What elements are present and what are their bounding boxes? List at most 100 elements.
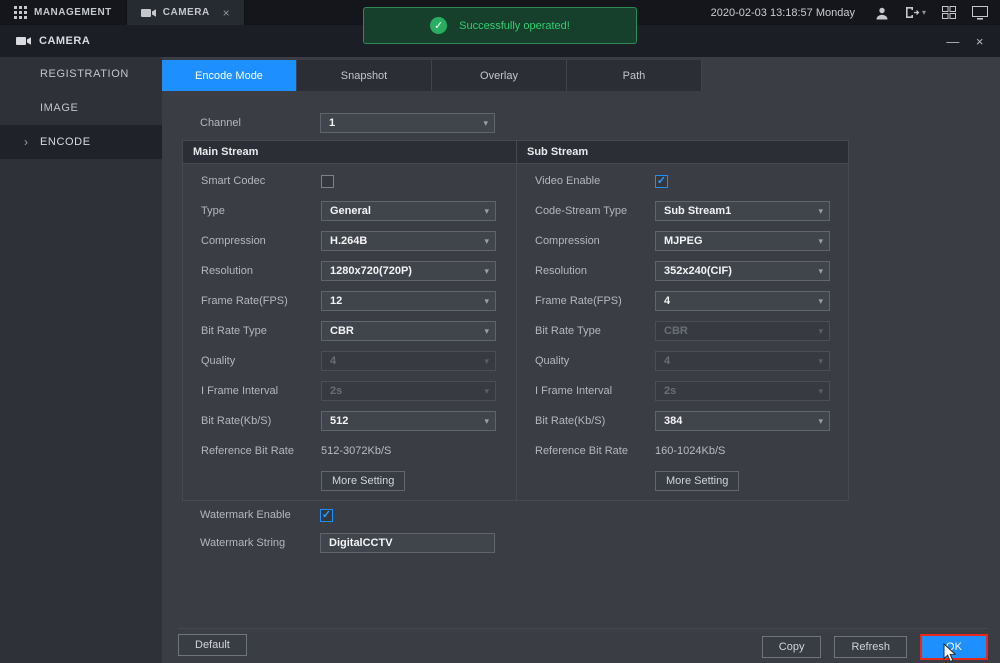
watermark-string-input[interactable] — [320, 533, 495, 553]
code-stream-type-select[interactable]: Sub Stream1▾ — [655, 201, 830, 221]
footer-actions: Copy Refresh OK — [762, 634, 988, 660]
copy-button[interactable]: Copy — [762, 636, 822, 658]
window-controls: — × — [946, 34, 984, 49]
chevron-down-icon: ▾ — [818, 266, 823, 277]
sub-stream-header: Sub Stream — [516, 141, 848, 163]
chevron-down-icon: ▾ — [818, 296, 823, 307]
chevron-down-icon: ▾ — [484, 266, 489, 277]
field-row: Code-Stream Type Sub Stream1▾ — [517, 196, 848, 226]
field-row: Watermark String — [200, 529, 495, 557]
field-row: Reference Bit Rate 512-3072Kb/S — [183, 436, 516, 466]
channel-label: Channel — [200, 117, 320, 129]
chevron-down-icon: ▾ — [484, 206, 489, 217]
chevron-down-icon: ▾ — [818, 386, 823, 397]
chevron-down-icon: ▾ — [484, 326, 489, 337]
more-setting-button[interactable]: More Setting — [321, 471, 405, 491]
field-label: Reference Bit Rate — [535, 445, 655, 457]
field-row: Resolution 1280x720(720P)▾ — [183, 256, 516, 286]
ok-button[interactable]: OK — [922, 636, 986, 658]
field-label: Bit Rate Type — [535, 325, 655, 337]
field-label: Reference Bit Rate — [201, 445, 321, 457]
success-toast: ✓ Successfully operated! — [363, 7, 637, 44]
channel-select[interactable]: 1 ▾ — [320, 113, 495, 133]
resolution-select[interactable]: 1280x720(720P)▾ — [321, 261, 496, 281]
field-label: Smart Codec — [201, 175, 321, 187]
channel-row: Channel 1 ▾ — [200, 113, 495, 133]
sidebar-item-registration[interactable]: › REGISTRATION — [0, 57, 162, 91]
field-row: Bit Rate Type CBR▾ — [183, 316, 516, 346]
field-row: Bit Rate(Kb/S) 384▾ — [517, 406, 848, 436]
bit-rate-type-select[interactable]: CBR▾ — [321, 321, 496, 341]
more-setting-button-sub[interactable]: More Setting — [655, 471, 739, 491]
field-label: Watermark Enable — [200, 509, 320, 521]
field-label: Compression — [201, 235, 321, 247]
watermark-enable-checkbox[interactable] — [320, 509, 333, 522]
frame-rate-select-sub[interactable]: 4▾ — [655, 291, 830, 311]
field-label: Resolution — [535, 265, 655, 277]
field-row: Compression MJPEG▾ — [517, 226, 848, 256]
resolution-select-sub[interactable]: 352x240(CIF)▾ — [655, 261, 830, 281]
tab-camera-top[interactable]: CAMERA × — [126, 0, 245, 25]
sidebar-item-encode[interactable]: › ENCODE — [0, 125, 162, 159]
user-icon[interactable] — [875, 6, 889, 20]
display-icon[interactable] — [972, 6, 988, 20]
chevron-down-icon: ▾ — [484, 296, 489, 307]
compression-select[interactable]: H.264B▾ — [321, 231, 496, 251]
tab-camera-label: CAMERA — [163, 7, 210, 18]
stream-headers: Main Stream Sub Stream — [183, 141, 848, 164]
video-enable-checkbox[interactable] — [655, 175, 668, 188]
type-select[interactable]: General▾ — [321, 201, 496, 221]
chevron-down-icon: ▾ — [818, 206, 823, 217]
close-button[interactable]: × — [976, 34, 984, 49]
page-title: CAMERA — [39, 35, 90, 47]
field-row: Bit Rate Type CBR▾ — [517, 316, 848, 346]
minimize-button[interactable]: — — [946, 34, 960, 49]
field-label: Quality — [201, 355, 321, 367]
field-row: Video Enable — [517, 166, 848, 196]
tab-overlay[interactable]: Overlay — [432, 60, 567, 91]
layout-panes-icon[interactable] — [942, 6, 956, 19]
i-frame-interval-select-sub: 2s▾ — [655, 381, 830, 401]
field-row: Quality 4▾ — [183, 346, 516, 376]
field-row: Compression H.264B▾ — [183, 226, 516, 256]
frame-rate-select[interactable]: 12▾ — [321, 291, 496, 311]
refresh-button[interactable]: Refresh — [834, 636, 907, 658]
tab-management[interactable]: MANAGEMENT — [0, 0, 126, 25]
bit-rate-select[interactable]: 512▾ — [321, 411, 496, 431]
reference-bit-rate-value: 512-3072Kb/S — [321, 445, 391, 457]
field-row: Reference Bit Rate 160-1024Kb/S — [517, 436, 848, 466]
field-row: I Frame Interval 2s▾ — [183, 376, 516, 406]
chevron-down-icon: ▾ — [818, 356, 823, 367]
camera-icon — [16, 36, 31, 46]
default-button[interactable]: Default — [178, 634, 247, 656]
tab-encode-mode[interactable]: Encode Mode — [162, 60, 297, 91]
bit-rate-type-select-sub: CBR▾ — [655, 321, 830, 341]
field-label: Type — [201, 205, 321, 217]
stream-panel: Main Stream Sub Stream Smart Codec Type … — [182, 140, 849, 501]
chevron-down-icon: ▾ — [818, 236, 823, 247]
reference-bit-rate-value-sub: 160-1024Kb/S — [655, 445, 725, 457]
field-label: Video Enable — [535, 175, 655, 187]
quality-select-sub: 4▾ — [655, 351, 830, 371]
tab-snapshot[interactable]: Snapshot — [297, 60, 432, 91]
bit-rate-select-sub[interactable]: 384▾ — [655, 411, 830, 431]
compression-select-sub[interactable]: MJPEG▾ — [655, 231, 830, 251]
stream-body: Smart Codec Type General▾ Compression H.… — [183, 164, 848, 500]
tab-close-icon[interactable]: × — [223, 6, 231, 20]
chevron-down-icon: ▾ — [483, 118, 488, 129]
field-label: Frame Rate(FPS) — [201, 295, 321, 307]
sidebar: › REGISTRATION › IMAGE › ENCODE — [0, 57, 162, 663]
tab-strip: Encode Mode Snapshot Overlay Path — [162, 60, 702, 91]
sidebar-item-image[interactable]: › IMAGE — [0, 91, 162, 125]
field-label: Resolution — [201, 265, 321, 277]
smart-codec-checkbox[interactable] — [321, 175, 334, 188]
quality-select: 4▾ — [321, 351, 496, 371]
tab-path[interactable]: Path — [567, 60, 702, 91]
red-annotation-box: OK — [920, 634, 988, 660]
field-label: Frame Rate(FPS) — [535, 295, 655, 307]
main-stream-column: Smart Codec Type General▾ Compression H.… — [183, 164, 516, 500]
field-row: Quality 4▾ — [517, 346, 848, 376]
logout-icon[interactable]: ▾ — [905, 6, 926, 19]
grid-icon — [14, 6, 27, 19]
field-row: Watermark Enable — [200, 501, 495, 529]
